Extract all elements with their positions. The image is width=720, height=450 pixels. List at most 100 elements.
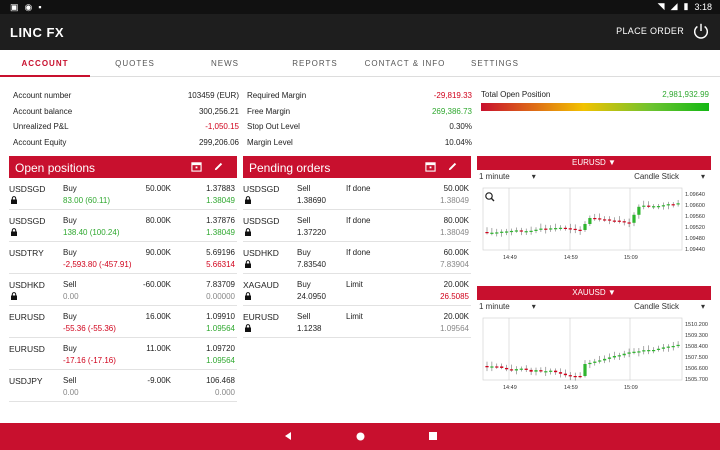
position-open-price: 5.69196 xyxy=(206,248,235,257)
position-pnl: 0.00 xyxy=(63,388,79,397)
edit-icon[interactable] xyxy=(213,161,224,172)
order-row[interactable]: EURUSD Sell 1.1238 Limit 20.00K 1.09564 xyxy=(243,306,471,338)
candlestick-chart[interactable]: 1510.200 1509.300 1508.400 1507.500 1506.600… xyxy=(477,314,711,394)
y-tick-label: 1508.400 xyxy=(685,344,708,350)
edit-icon[interactable] xyxy=(447,161,458,172)
candle xyxy=(661,347,665,349)
system-nav-bar xyxy=(0,423,720,450)
position-row[interactable]: USDSGD Buy 138.40 (100.24) 80.00K 1.37876 1.3… xyxy=(9,210,237,242)
position-row[interactable]: USDTRY Buy -2,593.80 (-457.91) 90.00K 5.6919… xyxy=(9,242,237,274)
position-row[interactable]: EURUSD Buy -55.36 (-55.36) 16.00K 1.09910 1.0… xyxy=(9,306,237,338)
order-type: If done xyxy=(346,184,371,193)
chart-symbol-select[interactable]: EURUSD ▼ xyxy=(477,156,711,170)
open-positions-title: Open positions xyxy=(15,161,96,175)
order-row[interactable]: USDHKD Buy 7.83540 If done 60.00K 7.83904 xyxy=(243,242,471,274)
account-row: Account number 103459 (EUR) xyxy=(13,91,239,100)
calendar-icon[interactable] xyxy=(425,161,436,172)
place-order-button[interactable]: PLACE ORDER xyxy=(616,26,684,36)
style-select[interactable]: Candle Stick ▾ xyxy=(634,172,705,184)
lock-icon xyxy=(10,228,17,236)
lock-icon xyxy=(244,292,251,300)
order-price: 1.38690 xyxy=(297,196,326,205)
home-icon[interactable] xyxy=(355,431,366,442)
tab-reports[interactable]: REPORTS xyxy=(270,50,360,76)
order-price: 1.37220 xyxy=(297,228,326,237)
position-row[interactable]: USDJPY Sell 0.00 -9.00K 106.468 0.000 xyxy=(9,370,237,402)
account-row: Required Margin -29,819.33 xyxy=(247,91,472,100)
order-row[interactable]: XAGAUD Buy 24.0950 Limit 20.00K 26.5085 xyxy=(243,274,471,306)
position-current-price: 1.09564 xyxy=(206,324,235,333)
position-current-price: 5.66314 xyxy=(206,260,235,269)
x-tick-label: 14:49 xyxy=(503,385,517,391)
chart-symbol-select[interactable]: XAUUSD ▼ xyxy=(477,286,711,300)
position-current-price: 0.000 xyxy=(214,388,235,397)
sync-icon: ◉ xyxy=(24,2,33,12)
tab-news[interactable]: NEWS xyxy=(180,50,270,76)
account-row: Account balance 300,256.21 xyxy=(13,107,239,116)
candle xyxy=(671,346,675,348)
order-type: Limit xyxy=(346,280,363,289)
calendar-icon[interactable] xyxy=(191,161,202,172)
position-pnl: -17.16 (-17.16) xyxy=(63,356,116,365)
tab-settings[interactable]: SETTINGS xyxy=(450,50,540,76)
y-tick-label: 1.09640 xyxy=(685,192,705,198)
candle xyxy=(632,214,636,223)
candle xyxy=(588,217,592,224)
candle xyxy=(607,357,612,359)
account-value: -29,819.33 xyxy=(433,91,472,100)
position-side: Buy xyxy=(63,216,77,225)
dropdown-icon: ▾ xyxy=(531,172,536,181)
candle xyxy=(500,231,504,233)
order-price: 1.1238 xyxy=(297,324,322,333)
candle xyxy=(495,232,499,234)
tab-contact-info[interactable]: CONTACT & INFO xyxy=(360,50,450,76)
position-symbol: EURUSD xyxy=(9,312,45,322)
position-symbol: USDSGD xyxy=(9,184,46,194)
position-current-price: 1.09564 xyxy=(206,356,235,365)
candle xyxy=(554,228,558,230)
order-side: Sell xyxy=(297,216,311,225)
main-tabs: ACCOUNT QUOTES NEWS REPORTS CONTACT & INFO SE… xyxy=(0,50,720,77)
y-tick-label: 1509.300 xyxy=(685,333,708,339)
back-icon[interactable] xyxy=(283,431,293,441)
position-row[interactable]: USDSGD Buy 83.00 (60.11) 50.00K 1.37883 1.380… xyxy=(9,178,237,210)
recents-icon[interactable] xyxy=(428,431,438,441)
power-icon[interactable] xyxy=(692,22,710,40)
plot-area xyxy=(482,187,683,251)
interval-select[interactable]: 1 minute ▾ xyxy=(479,172,536,184)
position-symbol: EURUSD xyxy=(9,344,45,354)
account-label: Stop Out Level xyxy=(247,122,300,131)
battery-icon: ▮ xyxy=(683,1,689,11)
position-symbol: USDTRY xyxy=(9,248,44,258)
candle xyxy=(598,360,602,362)
candle xyxy=(519,368,523,370)
open-positions-panel: Open positions USDSGD Buy 83.00 (60.11) 50.… xyxy=(9,156,237,402)
candle xyxy=(485,232,489,234)
order-type: If done xyxy=(346,248,371,257)
candlestick-chart[interactable]: 1.09640 1.09600 1.09560 1.09520 1.09480 1.094… xyxy=(477,184,711,264)
candle xyxy=(661,205,665,207)
order-row[interactable]: USDSGD Sell 1.37220 If done 80.00K 1.38049 xyxy=(243,210,471,242)
candle xyxy=(632,351,636,353)
order-symbol: XAGAUD xyxy=(243,280,279,290)
position-row[interactable]: USDHKD Sell 0.00 -60.00K 7.83709 0.00000 xyxy=(9,274,237,306)
tab-account[interactable]: ACCOUNT xyxy=(0,50,90,77)
order-price: 24.0950 xyxy=(297,292,326,301)
order-row[interactable]: USDSGD Sell 1.38690 If done 50.00K 1.38049 xyxy=(243,178,471,210)
style-select[interactable]: Candle Stick ▾ xyxy=(634,302,705,314)
candle xyxy=(495,366,499,368)
order-amount: 80.00K xyxy=(443,216,469,225)
y-tick-label: 1.09520 xyxy=(685,225,705,231)
position-pnl: 83.00 (60.11) xyxy=(63,196,110,205)
order-current-price: 26.5085 xyxy=(440,292,469,301)
account-label: Free Margin xyxy=(247,106,291,116)
candle xyxy=(500,366,504,368)
candle xyxy=(573,228,577,231)
position-open-price: 1.37883 xyxy=(206,184,235,193)
account-row: Free Margin 269,386.73 xyxy=(247,107,472,116)
style-value: Candle Stick xyxy=(634,172,679,181)
position-side: Buy xyxy=(63,312,77,321)
position-row[interactable]: EURUSD Buy -17.16 (-17.16) 11.00K 1.09720 1.0… xyxy=(9,338,237,370)
tab-quotes[interactable]: QUOTES xyxy=(90,50,180,76)
interval-select[interactable]: 1 minute ▾ xyxy=(479,302,536,314)
